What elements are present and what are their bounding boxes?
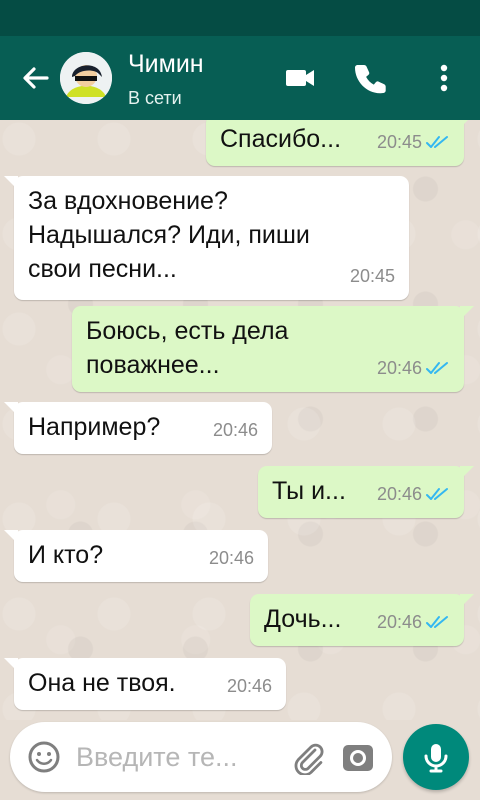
message-meta: 20:45 [377,125,450,159]
camera-button[interactable] [340,739,376,775]
paperclip-icon [294,743,324,777]
double-check-icon [426,136,448,148]
message-time: 20:46 [376,358,422,378]
emoji-button[interactable] [26,739,62,775]
message-meta: 20:46 [209,541,254,575]
message-time: 20:46 [376,484,422,504]
message-meta: 20:46 [377,605,450,639]
message-list[interactable]: Спасибо... 20:45 За вдохновение? Надышал… [0,120,480,720]
chat-header: Чимин В сети [0,36,480,120]
double-check-icon [426,488,448,500]
message-text: Дочь... [264,605,342,633]
emoji-icon [28,741,60,773]
avatar[interactable] [60,52,112,104]
contact-status: В сети [128,88,182,108]
message-meta: 20:46 [377,351,450,385]
message-text: И кто? [28,541,104,569]
message-meta: 20:46 [213,413,258,447]
outgoing-message[interactable]: Дочь... 20:46 [250,594,474,646]
message-time: 20:45 [376,132,422,152]
message-text: За вдохновение? Надышался? Иди, пиши сво… [28,187,310,283]
message-meta: 20:46 [227,669,272,703]
message-time: 20:46 [376,612,422,632]
attach-button[interactable] [290,739,326,777]
double-check-icon [426,362,448,374]
message-input[interactable] [76,739,274,775]
video-call-button[interactable] [282,60,318,96]
message-meta: 20:45 [350,259,395,293]
outgoing-message[interactable]: Ты и... 20:46 [258,466,474,518]
contact-name[interactable]: Чимин [128,50,204,79]
message-time: 20:46 [208,548,254,568]
phone-icon [355,65,386,94]
incoming-message[interactable]: За вдохновение? Надышался? Иди, пиши сво… [4,176,409,300]
message-text: Она не твоя. [28,669,176,697]
arrow-left-icon [23,67,49,89]
message-time: 20:46 [212,420,258,440]
voice-message-button[interactable] [403,724,469,790]
incoming-message[interactable]: Например? 20:46 [4,402,272,454]
incoming-message[interactable]: И кто? 20:46 [4,530,268,582]
message-meta: 20:46 [377,477,450,511]
more-options-button[interactable] [426,60,462,96]
voice-call-button[interactable] [354,60,390,96]
incoming-message[interactable]: Она не твоя. 20:46 [4,658,286,710]
camera-icon [343,745,373,771]
outgoing-message[interactable]: Боюсь, есть дела поважнее... 20:46 [72,306,474,392]
video-camera-icon [286,70,314,86]
message-composer [10,722,392,792]
message-time: 20:45 [349,266,395,286]
message-text: Например? [28,413,161,441]
outgoing-message[interactable]: Спасибо... 20:45 [206,120,474,166]
message-time: 20:46 [226,676,272,696]
back-button[interactable] [18,60,54,96]
more-vertical-icon [440,64,448,92]
message-text: Ты и... [272,477,346,505]
microphone-icon [424,744,448,773]
message-text: Спасибо... [220,125,342,153]
double-check-icon [426,616,448,628]
message-text: Боюсь, есть дела поважнее... [86,317,289,379]
status-bar [0,0,480,36]
